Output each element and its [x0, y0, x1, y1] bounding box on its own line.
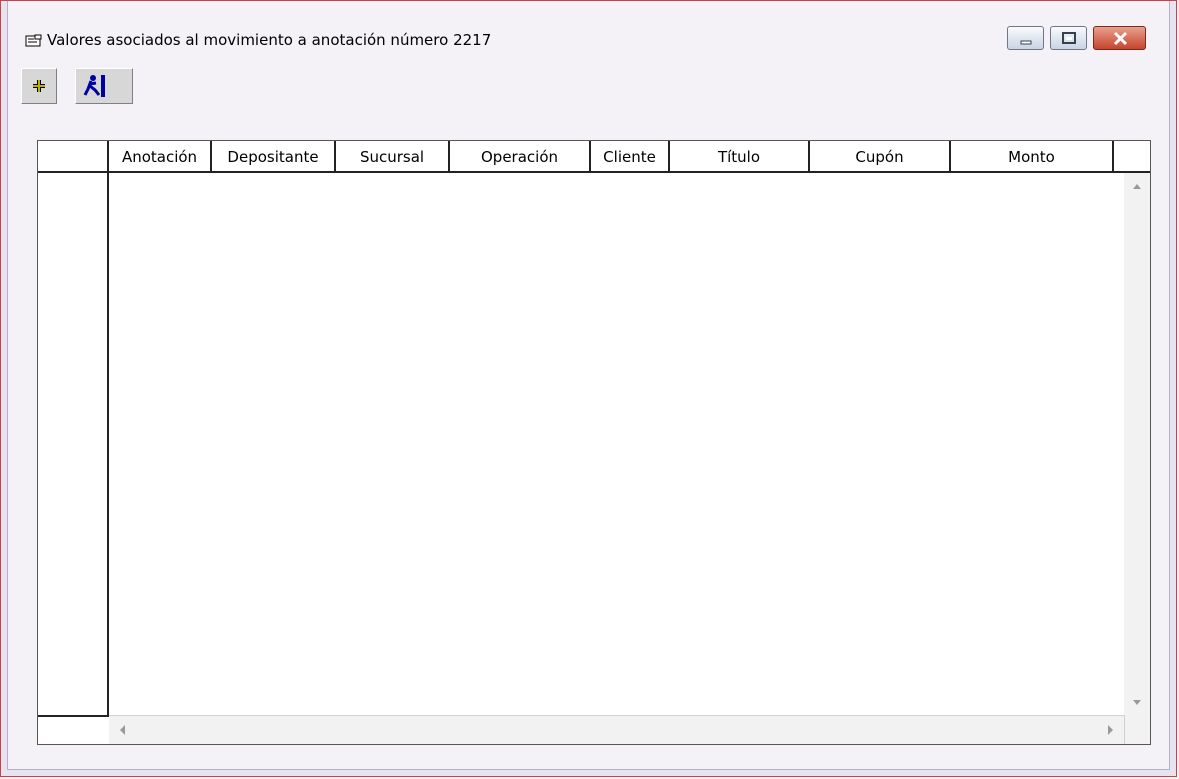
scroll-down-button[interactable]	[1124, 689, 1150, 715]
horizontal-scrollbar[interactable]	[109, 715, 1124, 744]
left-arrow-icon	[120, 725, 125, 735]
window-icon	[25, 34, 42, 47]
column-header-monto[interactable]: Monto	[951, 141, 1114, 171]
row-header-footer	[38, 715, 109, 744]
window: Valores asociados al movimiento a anotac…	[0, 0, 1177, 777]
exit-button[interactable]	[75, 68, 133, 104]
column-header-anotacion[interactable]: Anotación	[109, 141, 212, 171]
scroll-up-button[interactable]	[1124, 173, 1150, 199]
column-header-sucursal[interactable]: Sucursal	[336, 141, 450, 171]
row-header-column	[38, 173, 109, 715]
window-title: Valores asociados al movimiento a anotac…	[47, 31, 492, 49]
scroll-left-button[interactable]	[109, 716, 135, 744]
column-header-cupon[interactable]: Cupón	[810, 141, 951, 171]
minimize-button[interactable]	[1007, 26, 1044, 50]
scrollbar-corner	[1124, 715, 1150, 744]
close-button[interactable]	[1093, 26, 1146, 50]
up-arrow-icon	[1133, 184, 1141, 189]
column-header-cliente[interactable]: Cliente	[591, 141, 670, 171]
close-icon	[1113, 31, 1128, 46]
add-icon	[33, 80, 45, 92]
maximize-button[interactable]	[1050, 26, 1087, 50]
exit-icon	[83, 75, 105, 97]
add-button[interactable]	[21, 68, 57, 104]
right-arrow-icon	[1108, 725, 1113, 735]
column-header-titulo[interactable]: Título	[670, 141, 810, 171]
grid-header: Anotación Depositante Sucursal Operación…	[38, 141, 1150, 173]
scroll-right-button[interactable]	[1098, 716, 1124, 744]
data-grid[interactable]: Anotación Depositante Sucursal Operación…	[37, 140, 1151, 745]
maximize-icon	[1062, 32, 1076, 44]
column-header-depositante[interactable]: Depositante	[212, 141, 336, 171]
column-header-operacion[interactable]: Operación	[450, 141, 591, 171]
vertical-scrollbar[interactable]	[1124, 173, 1150, 715]
title-bar[interactable]: Valores asociados al movimiento a anotac…	[7, 1, 1170, 59]
minimize-icon	[1020, 40, 1032, 45]
down-arrow-icon	[1133, 700, 1141, 705]
header-row-selector	[38, 141, 109, 171]
